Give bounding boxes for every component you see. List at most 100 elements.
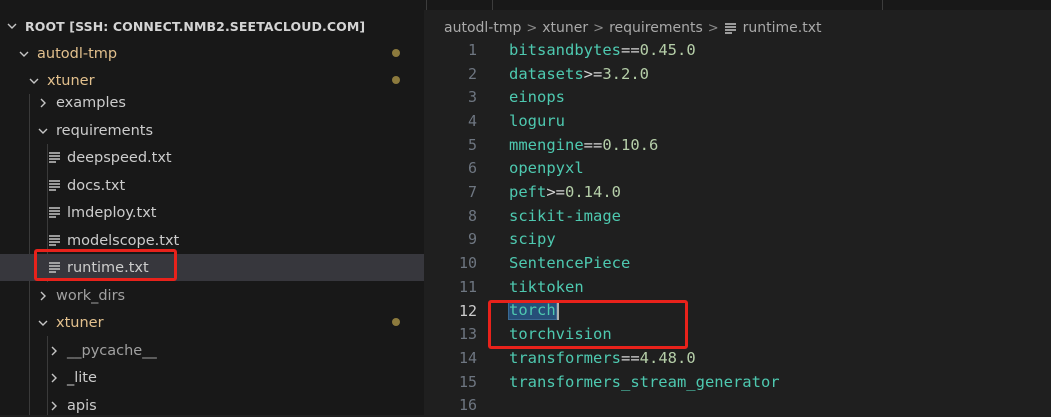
tree-file-deepspeed[interactable]: deepspeed.txt bbox=[0, 144, 424, 171]
line-number: 4 bbox=[424, 112, 477, 130]
code-text: loguru bbox=[509, 112, 565, 130]
code-line[interactable]: 13torchvision bbox=[424, 322, 1051, 346]
chevron-right-icon bbox=[47, 371, 61, 385]
code-line[interactable]: 9 scipy bbox=[424, 228, 1051, 252]
explorer-root-header[interactable]: ROOT [SSH: CONNECT.NMB2.SEETACLOUD.COM] bbox=[0, 12, 424, 40]
code-text: peft>=0.14.0 bbox=[509, 183, 621, 201]
code-line[interactable]: 2 datasets>=3.2.0 bbox=[424, 62, 1051, 86]
code-text: transformers==4.48.0 bbox=[509, 349, 696, 367]
tree-folder-apis[interactable]: apis bbox=[0, 392, 424, 415]
text-file-icon bbox=[47, 206, 61, 220]
tree-item-label: deepspeed.txt bbox=[67, 150, 172, 166]
code-line[interactable]: 16 bbox=[424, 394, 1051, 417]
breadcrumb-item[interactable]: xtuner bbox=[542, 20, 588, 36]
modified-indicator bbox=[392, 49, 400, 57]
package-name: transformers bbox=[509, 349, 621, 367]
chevron-down-icon bbox=[36, 316, 50, 330]
tree-folder-requirements[interactable]: requirements bbox=[0, 117, 424, 144]
version-operator: == bbox=[621, 41, 640, 59]
chevron-down-icon bbox=[36, 124, 50, 138]
chevron-down-icon bbox=[17, 47, 31, 61]
code-line[interactable]: 15 transformers_stream_generator bbox=[424, 370, 1051, 394]
chevron-down-icon bbox=[27, 74, 41, 88]
line-number: 16 bbox=[424, 396, 477, 414]
modified-indicator bbox=[392, 76, 400, 84]
package-name: bitsandbytes bbox=[509, 41, 621, 59]
tree-folder-work-dirs[interactable]: work_dirs bbox=[0, 282, 424, 309]
package-name: datasets bbox=[509, 65, 584, 83]
line-number: 9 bbox=[424, 230, 477, 248]
breadcrumb-item[interactable]: autodl-tmp bbox=[444, 20, 521, 36]
chevron-right-icon bbox=[36, 289, 50, 303]
explorer-root-title: ROOT [SSH: CONNECT.NMB2.SEETACLOUD.COM] bbox=[25, 19, 365, 34]
code-text: transformers_stream_generator bbox=[509, 373, 780, 391]
code-line[interactable]: 5 mmengine==0.10.6 bbox=[424, 133, 1051, 157]
code-text: datasets>=3.2.0 bbox=[509, 65, 649, 83]
tree-folder-autodl-tmp[interactable]: autodl-tmp bbox=[0, 40, 424, 67]
line-number: 12 bbox=[424, 302, 477, 320]
text-file-icon bbox=[724, 22, 737, 35]
package-name: tiktoken bbox=[509, 278, 584, 296]
version-operator: >= bbox=[546, 183, 565, 201]
chevron-right-icon bbox=[36, 96, 50, 110]
tree-item-label: docs.txt bbox=[67, 178, 125, 194]
line-number: 7 bbox=[424, 183, 477, 201]
tree-file-modelscope[interactable]: modelscope.txt bbox=[0, 227, 424, 254]
tree-file-docs[interactable]: docs.txt bbox=[0, 172, 424, 199]
chevron-down-icon bbox=[5, 19, 19, 33]
tree-folder-xtuner-inner[interactable]: xtuner bbox=[0, 309, 424, 336]
tree-item-label: xtuner bbox=[47, 73, 95, 89]
tree-folder-lite[interactable]: _lite bbox=[0, 364, 424, 391]
tree-item-label: autodl-tmp bbox=[37, 46, 117, 62]
code-line[interactable]: 11 tiktoken bbox=[424, 275, 1051, 299]
code-text: mmengine==0.10.6 bbox=[509, 136, 658, 154]
vscode-window: ROOT [SSH: CONNECT.NMB2.SEETACLOUD.COM] … bbox=[0, 0, 1051, 415]
package-name: openpyxl bbox=[509, 159, 584, 177]
breadcrumb: autodl-tmp > xtuner > requirements > run… bbox=[444, 17, 822, 39]
tree-item-label: lmdeploy.txt bbox=[67, 205, 156, 221]
package-name: mmengine bbox=[509, 136, 584, 154]
chevron-right-icon bbox=[47, 399, 61, 413]
tree-item-label: runtime.txt bbox=[67, 260, 149, 276]
version-number: 0.10.6 bbox=[602, 136, 658, 154]
version-operator: >= bbox=[584, 65, 603, 83]
tree-file-runtime[interactable]: runtime.txt bbox=[0, 254, 424, 281]
tree-file-lmdeploy[interactable]: lmdeploy.txt bbox=[0, 199, 424, 226]
package-name: torchvision bbox=[509, 325, 612, 343]
code-line[interactable]: 4 loguru bbox=[424, 109, 1051, 133]
code-line[interactable]: 3einops bbox=[424, 85, 1051, 109]
line-number: 11 bbox=[424, 278, 477, 296]
code-text: scikit-image bbox=[509, 207, 621, 225]
tree-folder-pycache[interactable]: __pycache__ bbox=[0, 337, 424, 364]
chevron-right-icon: > bbox=[526, 21, 537, 36]
package-name: peft bbox=[509, 183, 546, 201]
package-name: scikit-image bbox=[509, 207, 621, 225]
tree-item-label: __pycache__ bbox=[67, 343, 157, 359]
code-line[interactable]: 1bitsandbytes==0.45.0 bbox=[424, 38, 1051, 62]
tree-item-label: requirements bbox=[56, 123, 153, 139]
tree-item-label: xtuner bbox=[56, 315, 104, 331]
line-number: 5 bbox=[424, 136, 477, 154]
text-file-icon bbox=[47, 179, 61, 193]
package-name: torch bbox=[509, 301, 556, 319]
tree-folder-examples[interactable]: examples bbox=[0, 89, 424, 116]
code-text: tiktoken bbox=[509, 278, 584, 296]
chevron-right-icon: > bbox=[593, 21, 604, 36]
package-name: scipy bbox=[509, 230, 556, 248]
text-file-icon bbox=[47, 261, 61, 275]
code-line[interactable]: 6openpyxl bbox=[424, 157, 1051, 181]
line-number: 15 bbox=[424, 373, 477, 391]
tree-item-label: apis bbox=[67, 398, 97, 414]
code-line[interactable]: 7 peft>=0.14.0 bbox=[424, 180, 1051, 204]
code-line[interactable]: 10SentencePiece bbox=[424, 251, 1051, 275]
version-number: 0.45.0 bbox=[640, 41, 696, 59]
code-line[interactable]: 12 torch bbox=[424, 299, 1051, 323]
breadcrumb-item[interactable]: requirements bbox=[609, 20, 703, 36]
code-line[interactable]: 14transformers==4.48.0 bbox=[424, 346, 1051, 370]
version-number: 4.48.0 bbox=[640, 349, 696, 367]
code-line[interactable]: 8scikit-image bbox=[424, 204, 1051, 228]
modified-indicator bbox=[392, 318, 400, 326]
line-number: 2 bbox=[424, 65, 477, 83]
tab-strip bbox=[424, 0, 1051, 10]
breadcrumb-item[interactable]: runtime.txt bbox=[743, 20, 822, 36]
